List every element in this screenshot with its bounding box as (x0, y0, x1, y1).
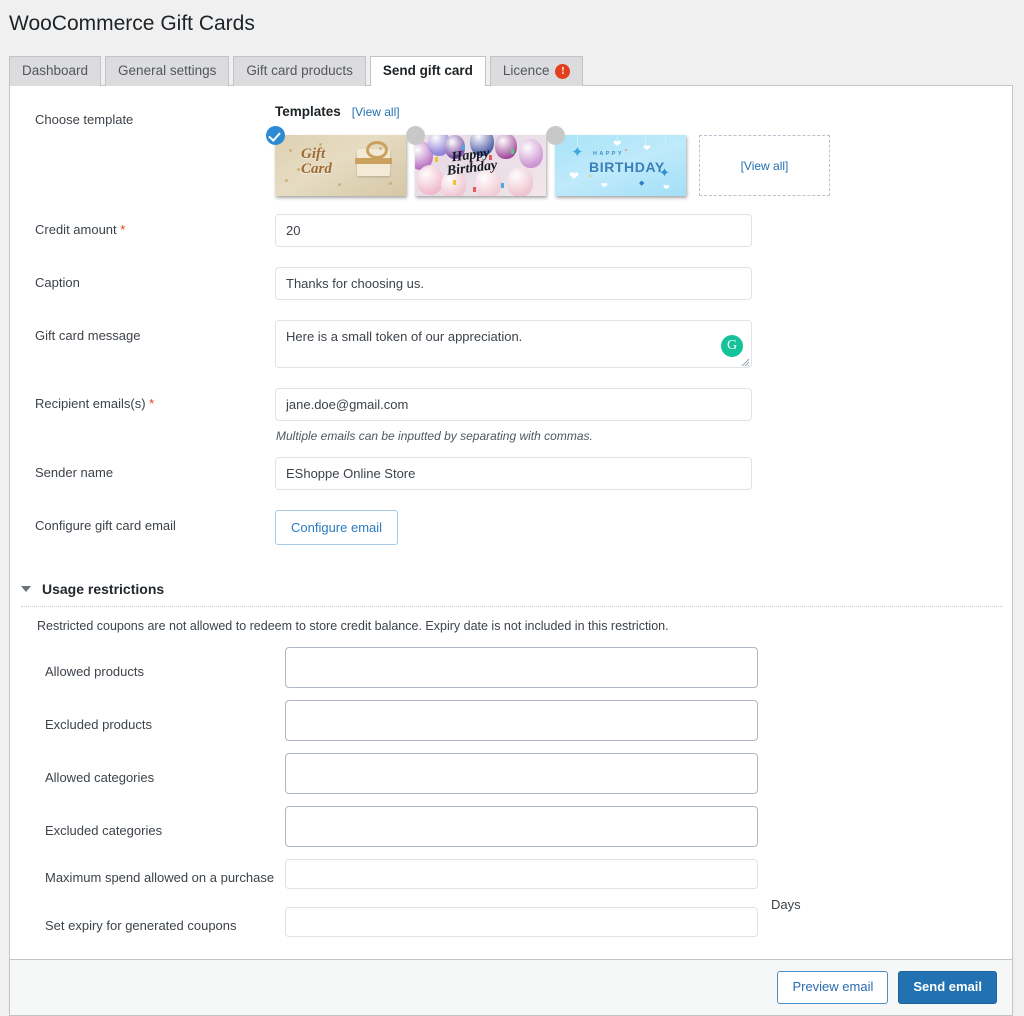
required-marker: * (120, 222, 126, 238)
gift-card-form: Choose template Templates [View all] Gif… (10, 86, 1012, 555)
field-allowed-categories: Allowed categories (10, 753, 1012, 795)
caption-label: Caption (35, 275, 80, 291)
star-icon: ◆ (639, 180, 645, 188)
templates-strip: Gift Card Happy Birthday ✦ ✦ ◆ ❤ ❤ ❤ ❤ ❤… (266, 126, 992, 197)
allowed-categories-label: Allowed categories (45, 770, 155, 786)
field-configure-gift-card-email: Configure gift card email Configure emai… (10, 510, 1012, 546)
send-gift-card-panel: Choose template Templates [View all] Gif… (9, 86, 1013, 1016)
configure-email-button[interactable]: Configure email (275, 510, 399, 546)
usage-restrictions-title: Usage restrictions (42, 581, 165, 598)
template-thumbnail: Gift Card (275, 135, 406, 197)
set-expiry-label: Set expiry for generated coupons (45, 918, 237, 934)
excluded-categories-select[interactable] (285, 806, 758, 848)
field-set-expiry: Set expiry for generated coupons Days (10, 897, 1012, 938)
alert-icon: ! (555, 63, 571, 79)
tab-general-settings[interactable]: General settings (105, 56, 230, 87)
set-expiry-input[interactable] (285, 907, 758, 938)
template-art-caption: Happy Birthday (446, 146, 499, 180)
template-art-caption: Gift Card (301, 146, 332, 178)
allowed-products-select[interactable] (285, 647, 758, 689)
tab-label: General settings (118, 63, 217, 79)
tab-gift-card-products[interactable]: Gift card products (233, 56, 366, 87)
maximum-spend-label: Maximum spend allowed on a purchase (45, 870, 275, 886)
template-art-caption: BIRTHDAY (589, 159, 665, 176)
tab-bar: Dashboard General settings Gift card pro… (9, 56, 1013, 87)
field-excluded-categories: Excluded categories (10, 806, 1012, 848)
field-recipient-emails: Recipient emails(s) * Multiple emails ca… (10, 388, 1012, 443)
set-expiry-unit-label: Days (771, 897, 801, 913)
recipient-emails-label: Recipient emails(s) * (10, 388, 275, 414)
panel-footer: Preview email Send email (10, 959, 1012, 1015)
usage-restrictions-form: Allowed products Excluded products Allow… (10, 647, 1012, 938)
chevron-down-icon[interactable] (21, 586, 31, 593)
templates-header: Templates [View all] (275, 104, 992, 119)
template-thumbnail: Happy Birthday (415, 135, 546, 197)
gift-card-message-textarea[interactable]: Here is a small token of our appreciatio… (275, 320, 752, 369)
template-option-gift-card-classic[interactable]: Gift Card (266, 126, 406, 197)
tab-label: Send gift card (382, 63, 473, 79)
templates-view-all-box[interactable]: [View all] (699, 135, 830, 197)
gift-card-message-label: Gift card message (35, 328, 141, 344)
star-icon: ✦ (571, 144, 584, 162)
tab-label: Licence (502, 63, 550, 79)
tab-licence[interactable]: Licence ! (489, 56, 584, 87)
recipient-emails-label-text: Recipient emails(s) (35, 396, 146, 412)
usage-restrictions-note: Restricted coupons are not allowed to re… (37, 619, 669, 634)
templates-heading: Templates (275, 104, 341, 120)
maximum-spend-input[interactable] (285, 859, 758, 890)
template-option-happy-birthday-blue[interactable]: ✦ ✦ ◆ ❤ ❤ ❤ ❤ ❤ HAPPY BIRTHDAY (546, 126, 686, 197)
template-option-happy-birthday-balloons[interactable]: Happy Birthday (406, 126, 546, 197)
gift-card-message-wrapper: Here is a small token of our appreciatio… (275, 320, 752, 369)
allowed-products-label: Allowed products (45, 664, 144, 680)
page-title: WooCommerce Gift Cards (9, 12, 255, 35)
choose-template-label: Choose template (35, 112, 134, 128)
sender-name-input[interactable] (275, 457, 752, 491)
credit-amount-label-text: Credit amount (35, 222, 117, 238)
required-marker: * (149, 396, 155, 412)
field-excluded-products: Excluded products (10, 700, 1012, 742)
allowed-categories-select[interactable] (285, 753, 758, 795)
heart-icon: ❤ (613, 139, 622, 151)
excluded-products-select[interactable] (285, 700, 758, 742)
template-art-subcaption: HAPPY (593, 151, 624, 158)
gift-box-icon (355, 141, 392, 177)
field-choose-template: Choose template Templates [View all] Gif… (10, 104, 1012, 197)
heart-icon: ❤ (601, 181, 608, 191)
sender-name-label: Sender name (35, 465, 114, 481)
recipient-emails-helper: Multiple emails can be inputted by separ… (276, 429, 593, 444)
tab-label: Dashboard (22, 63, 89, 79)
heart-icon: ❤ (663, 183, 670, 193)
credit-amount-label: Credit amount * (10, 214, 275, 240)
tab-label: Gift card products (246, 63, 353, 79)
excluded-products-label: Excluded products (45, 717, 152, 733)
field-credit-amount: Credit amount * (10, 214, 1012, 248)
field-sender-name: Sender name (10, 457, 1012, 491)
field-allowed-products: Allowed products (10, 647, 1012, 689)
recipient-emails-input[interactable] (275, 388, 752, 422)
templates-view-all-link[interactable]: [View all] (352, 105, 400, 119)
template-thumbnail: ✦ ✦ ◆ ❤ ❤ ❤ ❤ ❤ HAPPY BIRTHDAY (555, 135, 686, 197)
caption-input[interactable] (275, 267, 752, 301)
usage-restrictions-header[interactable]: Usage restrictions (21, 581, 1003, 608)
field-maximum-spend: Maximum spend allowed on a purchase (10, 859, 1012, 890)
field-gift-card-message: Gift card message Here is a small token … (10, 320, 1012, 369)
tab-send-gift-card[interactable]: Send gift card (369, 56, 486, 87)
field-caption: Caption (10, 267, 1012, 301)
credit-amount-input[interactable] (275, 214, 752, 248)
excluded-categories-label: Excluded categories (45, 823, 163, 839)
configure-gift-card-email-label: Configure gift card email (35, 518, 176, 534)
heart-icon: ❤ (643, 143, 651, 154)
heart-icon: ❤ (569, 169, 580, 184)
tab-dashboard[interactable]: Dashboard (9, 56, 102, 87)
